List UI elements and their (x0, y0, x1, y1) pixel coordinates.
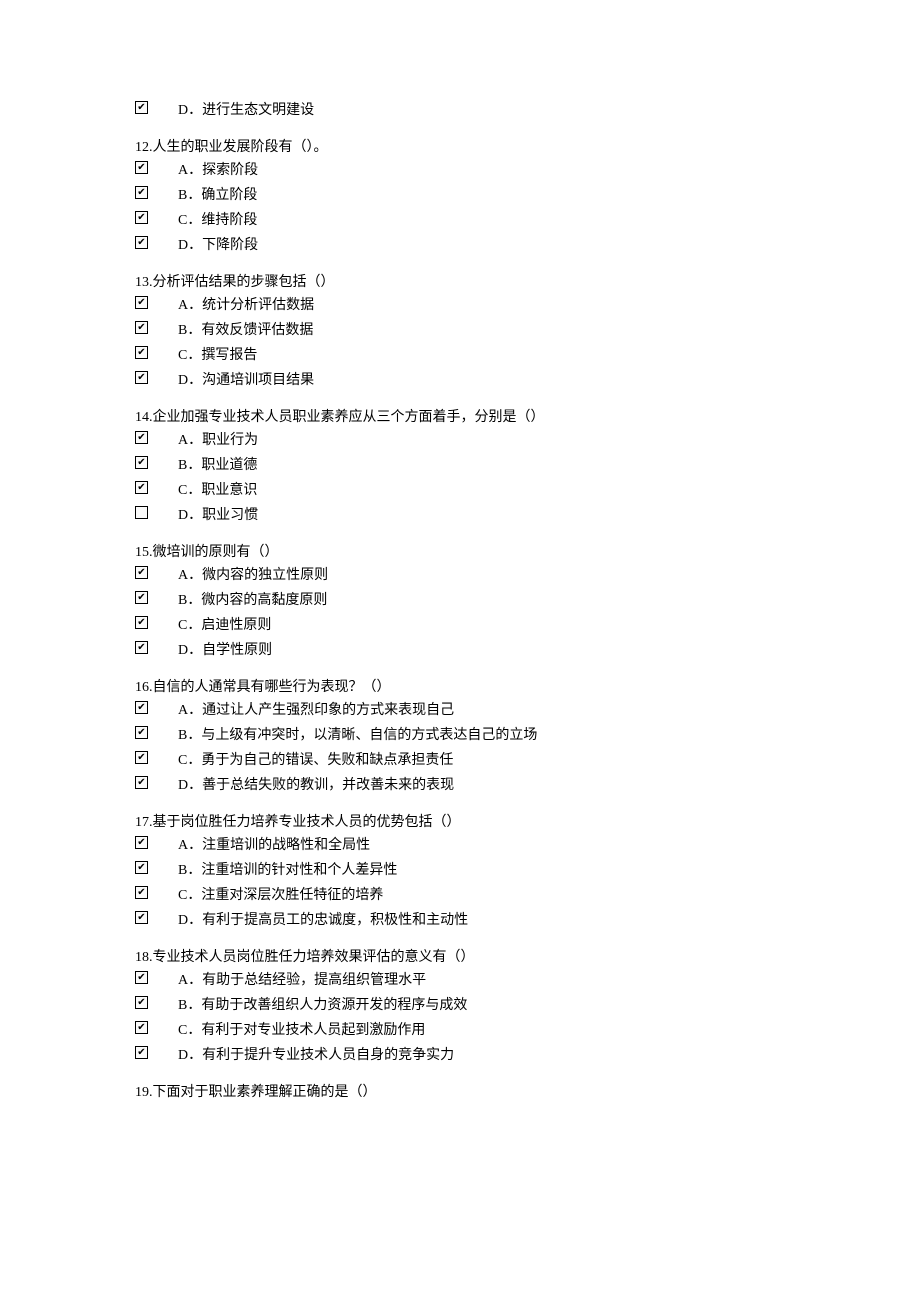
checkbox-icon[interactable] (135, 186, 148, 199)
checkbox-icon[interactable] (135, 971, 148, 984)
option-row: D．自学性原则 (135, 640, 790, 661)
checkbox-icon[interactable] (135, 481, 148, 494)
option-row: C．维持阶段 (135, 210, 790, 231)
option-label: B．与上级有冲突时，以清晰、自信的方式表达自己的立场 (178, 725, 537, 746)
option-row: D．善于总结失败的教训，并改善未来的表现 (135, 775, 790, 796)
option-label: A．通过让人产生强烈印象的方式来表现自己 (178, 700, 454, 721)
option-row: D．下降阶段 (135, 235, 790, 256)
option-row: D．职业习惯 (135, 505, 790, 526)
checkbox-icon[interactable] (135, 566, 148, 579)
option-label: C．有利于对专业技术人员起到激励作用 (178, 1020, 425, 1041)
checkbox-icon[interactable] (135, 236, 148, 249)
option-row: B．与上级有冲突时，以清晰、自信的方式表达自己的立场 (135, 725, 790, 746)
checkbox-icon[interactable] (135, 161, 148, 174)
option-label: C．勇于为自己的错误、失败和缺点承担责任 (178, 750, 453, 771)
option-label: B．有助于改善组织人力资源开发的程序与成效 (178, 995, 467, 1016)
option-row: D．有利于提高员工的忠诚度，积极性和主动性 (135, 910, 790, 931)
option-row: A．注重培训的战略性和全局性 (135, 835, 790, 856)
option-row: A．微内容的独立性原则 (135, 565, 790, 586)
option-label: B．确立阶段 (178, 185, 257, 206)
option-label: A．有助于总结经验，提高组织管理水平 (178, 970, 426, 991)
option-label: B．有效反馈评估数据 (178, 320, 313, 341)
checkbox-icon[interactable] (135, 836, 148, 849)
checkbox-icon[interactable] (135, 861, 148, 874)
question-text: 17.基于岗位胜任力培养专业技术人员的优势包括（） (135, 812, 790, 833)
option-label: C．维持阶段 (178, 210, 257, 231)
option-label: A．注重培训的战略性和全局性 (178, 835, 370, 856)
checkbox-icon[interactable] (135, 641, 148, 654)
option-row: B．注重培训的针对性和个人差异性 (135, 860, 790, 881)
checkbox-icon[interactable] (135, 321, 148, 334)
checkbox-icon[interactable] (135, 996, 148, 1009)
checkbox-icon[interactable] (135, 776, 148, 789)
checkbox-icon[interactable] (135, 371, 148, 384)
checkbox-icon[interactable] (135, 296, 148, 309)
checkbox-icon[interactable] (135, 911, 148, 924)
checkbox-icon[interactable] (135, 701, 148, 714)
option-row: A．通过让人产生强烈印象的方式来表现自己 (135, 700, 790, 721)
checkbox-icon[interactable] (135, 346, 148, 359)
option-label: B．职业道德 (178, 455, 257, 476)
option-row: B．微内容的高黏度原则 (135, 590, 790, 611)
option-row: A．有助于总结经验，提高组织管理水平 (135, 970, 790, 991)
option-row: A．探索阶段 (135, 160, 790, 181)
checkbox-icon[interactable] (135, 456, 148, 469)
option-label: C．职业意识 (178, 480, 257, 501)
option-row: D．沟通培训项目结果 (135, 370, 790, 391)
checkbox-icon[interactable] (135, 506, 148, 519)
option-row: C．撰写报告 (135, 345, 790, 366)
checkbox-icon[interactable] (135, 886, 148, 899)
checkbox-icon[interactable] (135, 616, 148, 629)
checkbox-icon[interactable] (135, 726, 148, 739)
option-label: D．有利于提升专业技术人员自身的竞争实力 (178, 1045, 454, 1066)
question-text: 12.人生的职业发展阶段有（）。 (135, 137, 790, 158)
option-row: A．职业行为 (135, 430, 790, 451)
option-label: D．善于总结失败的教训，并改善未来的表现 (178, 775, 454, 796)
option-row: A．统计分析评估数据 (135, 295, 790, 316)
option-label: A．探索阶段 (178, 160, 258, 181)
option-label: D．进行生态文明建设 (178, 100, 314, 121)
option-label: D．职业习惯 (178, 505, 258, 526)
checkbox-icon[interactable] (135, 431, 148, 444)
option-label: C．注重对深层次胜任特征的培养 (178, 885, 383, 906)
question-text: 14.企业加强专业技术人员职业素养应从三个方面着手，分别是（） (135, 407, 790, 428)
option-row: C．职业意识 (135, 480, 790, 501)
option-row: B．有效反馈评估数据 (135, 320, 790, 341)
question-text: 18.专业技术人员岗位胜任力培养效果评估的意义有（） (135, 947, 790, 968)
option-label: A．微内容的独立性原则 (178, 565, 328, 586)
option-label: C．撰写报告 (178, 345, 257, 366)
option-row: D．进行生态文明建设 (135, 100, 790, 121)
option-row: C．启迪性原则 (135, 615, 790, 636)
question-text: 16.自信的人通常具有哪些行为表现？（） (135, 677, 790, 698)
question-text: 13.分析评估结果的步骤包括（） (135, 272, 790, 293)
option-label: B．注重培训的针对性和个人差异性 (178, 860, 397, 881)
checkbox-icon[interactable] (135, 1046, 148, 1059)
checkbox-icon[interactable] (135, 1021, 148, 1034)
question-text: 15.微培训的原则有（） (135, 542, 790, 563)
option-label: B．微内容的高黏度原则 (178, 590, 327, 611)
option-label: D．下降阶段 (178, 235, 258, 256)
option-label: A．统计分析评估数据 (178, 295, 314, 316)
checkbox-icon[interactable] (135, 211, 148, 224)
option-label: A．职业行为 (178, 430, 258, 451)
option-label: D．沟通培训项目结果 (178, 370, 314, 391)
option-row: B．职业道德 (135, 455, 790, 476)
option-label: C．启迪性原则 (178, 615, 271, 636)
option-row: B．有助于改善组织人力资源开发的程序与成效 (135, 995, 790, 1016)
option-row: C．有利于对专业技术人员起到激励作用 (135, 1020, 790, 1041)
option-row: C．勇于为自己的错误、失败和缺点承担责任 (135, 750, 790, 771)
question-text: 19.下面对于职业素养理解正确的是（） (135, 1082, 790, 1103)
option-row: C．注重对深层次胜任特征的培养 (135, 885, 790, 906)
option-label: D．自学性原则 (178, 640, 272, 661)
option-label: D．有利于提高员工的忠诚度，积极性和主动性 (178, 910, 468, 931)
option-row: B．确立阶段 (135, 185, 790, 206)
option-row: D．有利于提升专业技术人员自身的竞争实力 (135, 1045, 790, 1066)
checkbox-icon[interactable] (135, 591, 148, 604)
checkbox-icon[interactable] (135, 101, 148, 114)
checkbox-icon[interactable] (135, 751, 148, 764)
